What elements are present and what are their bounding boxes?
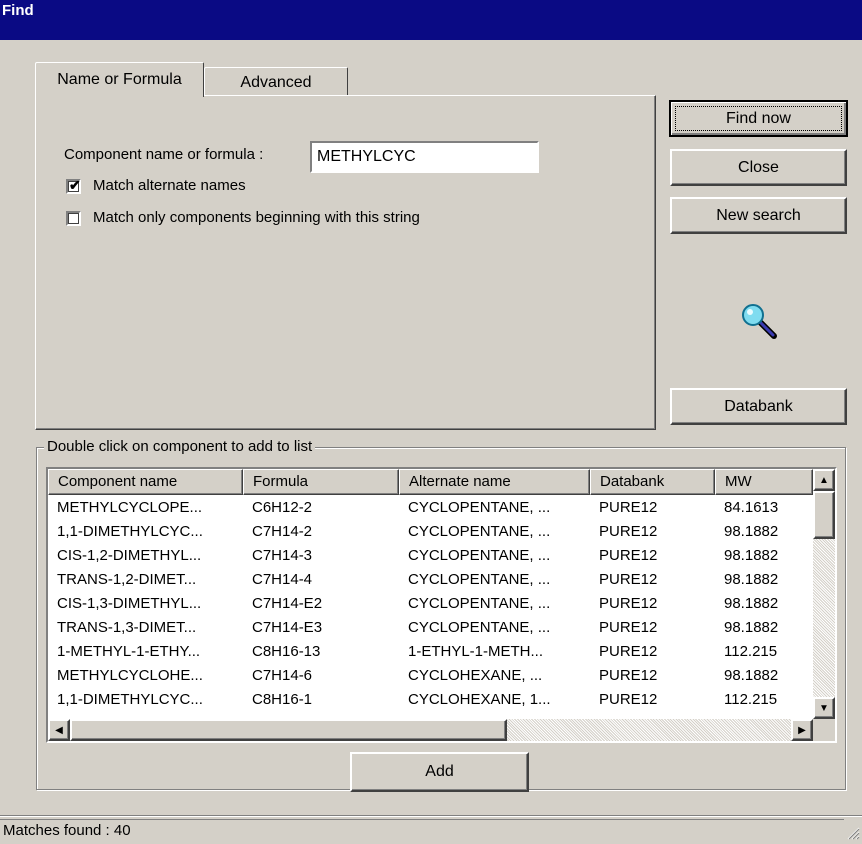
cell-mw: 98.1882 [724, 595, 779, 612]
cell-component-name: TRANS-1,2-DIMET... [57, 571, 197, 588]
scroll-up-button[interactable]: ▲ [813, 469, 835, 491]
tab-advanced[interactable]: Advanced [204, 67, 348, 95]
cell-formula: C7H14-6 [252, 667, 313, 684]
cell-mw: 98.1882 [724, 523, 779, 540]
status-bar: Matches found : 40 [0, 815, 862, 842]
match-beginning-label: Match only components beginning with thi… [93, 209, 420, 226]
cell-databank: PURE12 [599, 499, 658, 516]
component-search-input[interactable]: METHYLCYC [310, 141, 539, 173]
cell-formula: C7H14-E3 [252, 619, 323, 636]
databank-button[interactable]: Databank [670, 388, 847, 425]
cell-mw: 112.215 [724, 691, 778, 708]
table-row[interactable]: CIS-1,3-DIMETHYL... C7H14-E2 CYCLOPENTANE,… [48, 594, 813, 614]
new-search-label: New search [716, 207, 801, 224]
cell-databank: PURE12 [599, 595, 658, 612]
results-group-label: Double click on component to add to list [44, 438, 316, 455]
cell-databank: PURE12 [599, 523, 658, 540]
vertical-scroll-thumb[interactable] [813, 491, 835, 539]
resize-grip-icon[interactable] [846, 826, 860, 840]
cell-alternate-name: CYCLOHEXANE, 1... [408, 691, 551, 708]
table-row[interactable]: METHYLCYCLOPE... C6H12-2 CYCLOPENTANE, ...… [48, 498, 813, 518]
close-button[interactable]: Close [670, 149, 847, 186]
cell-alternate-name: CYCLOPENTANE, ... [408, 547, 551, 564]
cell-databank: PURE12 [599, 619, 658, 636]
cell-component-name: 1,1-DIMETHYLCYC... [57, 691, 203, 708]
add-button[interactable]: Add [350, 752, 529, 792]
column-header-component-name[interactable]: Component name [48, 469, 243, 495]
table-row[interactable]: CIS-1,2-DIMETHYL... C7H14-3 CYCLOPENTANE, … [48, 546, 813, 566]
cell-alternate-name: CYCLOPENTANE, ... [408, 619, 551, 636]
cell-mw: 112.215 [724, 643, 778, 660]
cell-databank: PURE12 [599, 691, 658, 708]
cell-component-name: 1-METHYL-1-ETHY... [57, 643, 201, 660]
cell-formula: C6H12-2 [252, 499, 313, 516]
column-header-alternate-name[interactable]: Alternate name [399, 469, 590, 495]
match-beginning-checkbox[interactable] [66, 211, 81, 226]
focus-rect [675, 106, 842, 131]
search-label: Component name or formula : [64, 146, 264, 163]
cell-mw: 98.1882 [724, 571, 779, 588]
scrollbar-corner [813, 719, 835, 741]
cell-formula: C8H16-13 [252, 643, 321, 660]
cell-component-name: CIS-1,3-DIMETHYL... [57, 595, 202, 612]
cell-component-name: TRANS-1,3-DIMET... [57, 619, 197, 636]
cell-alternate-name: CYCLOPENTANE, ... [408, 499, 551, 516]
status-text: Matches found : 40 [0, 819, 844, 842]
scroll-left-button[interactable]: ◀ [48, 719, 70, 741]
cell-databank: PURE12 [599, 571, 658, 588]
window-title: Find [2, 2, 34, 19]
cell-mw: 98.1882 [724, 619, 779, 636]
arrow-left-icon: ◀ [55, 724, 63, 736]
cell-mw: 98.1882 [724, 667, 779, 684]
cell-mw: 84.1613 [724, 499, 779, 516]
arrow-right-icon: ▶ [798, 724, 806, 736]
cell-alternate-name: CYCLOHEXANE, ... [408, 667, 543, 684]
scroll-down-button[interactable]: ▼ [813, 697, 835, 719]
find-now-button[interactable]: Find now [669, 100, 848, 137]
cell-component-name: METHYLCYCLOPE... [57, 499, 203, 516]
cell-databank: PURE12 [599, 643, 658, 660]
table-row[interactable]: TRANS-1,3-DIMET... C7H14-E3 CYCLOPENTANE, … [48, 618, 813, 638]
cell-formula: C7H14-E2 [252, 595, 323, 612]
cell-component-name: CIS-1,2-DIMETHYL... [57, 547, 202, 564]
databank-label: Databank [724, 398, 793, 415]
magnifier-icon [741, 303, 777, 339]
tab-name-or-formula[interactable]: Name or Formula [35, 62, 204, 97]
table-row[interactable]: 1,1-DIMETHYLCYC... C7H14-2 CYCLOPENTANE, .… [48, 522, 813, 542]
cell-formula: C7H14-4 [252, 571, 313, 588]
horizontal-scroll-thumb[interactable] [70, 719, 507, 741]
cell-alternate-name: CYCLOPENTANE, ... [408, 523, 551, 540]
cell-mw: 98.1882 [724, 547, 779, 564]
cell-formula: C8H16-1 [252, 691, 313, 708]
table-row[interactable]: METHYLCYCLOHE... C7H14-6 CYCLOHEXANE, ... P… [48, 666, 813, 686]
match-alternate-label: Match alternate names [93, 177, 246, 194]
checkmark-icon: ✔ [69, 177, 81, 193]
add-label: Add [425, 763, 454, 780]
tab-label: Name or Formula [57, 71, 182, 88]
column-header-formula[interactable]: Formula [243, 469, 399, 495]
cell-component-name: 1,1-DIMETHYLCYC... [57, 523, 203, 540]
arrow-up-icon: ▲ [819, 474, 829, 486]
table-row[interactable]: 1,1-DIMETHYLCYC... C8H16-1 CYCLOHEXANE, 1.… [48, 690, 813, 710]
match-alternate-checkbox[interactable]: ✔ [66, 177, 81, 194]
new-search-button[interactable]: New search [670, 197, 847, 234]
arrow-down-icon: ▼ [819, 702, 829, 714]
column-header-databank[interactable]: Databank [590, 469, 715, 495]
results-list[interactable]: Component name Formula Alternate name Da… [48, 469, 835, 741]
cell-formula: C7H14-3 [252, 547, 313, 564]
title-bar[interactable]: Find [0, 0, 862, 40]
table-row[interactable]: TRANS-1,2-DIMET... C7H14-4 CYCLOPENTANE, .… [48, 570, 813, 590]
cell-databank: PURE12 [599, 667, 658, 684]
cell-alternate-name: CYCLOPENTANE, ... [408, 595, 551, 612]
column-header-mw[interactable]: MW [715, 469, 813, 495]
scroll-right-button[interactable]: ▶ [791, 719, 813, 741]
cell-alternate-name: 1-ETHYL-1-METH... [408, 643, 544, 660]
table-row[interactable]: 1-METHYL-1-ETHY... C8H16-13 1-ETHYL-1-METH… [48, 642, 813, 662]
close-label: Close [738, 159, 779, 176]
cell-alternate-name: CYCLOPENTANE, ... [408, 571, 551, 588]
tab-label: Advanced [240, 74, 312, 91]
cell-databank: PURE12 [599, 547, 658, 564]
cell-formula: C7H14-2 [252, 523, 313, 540]
cell-component-name: METHYLCYCLOHE... [57, 667, 203, 684]
